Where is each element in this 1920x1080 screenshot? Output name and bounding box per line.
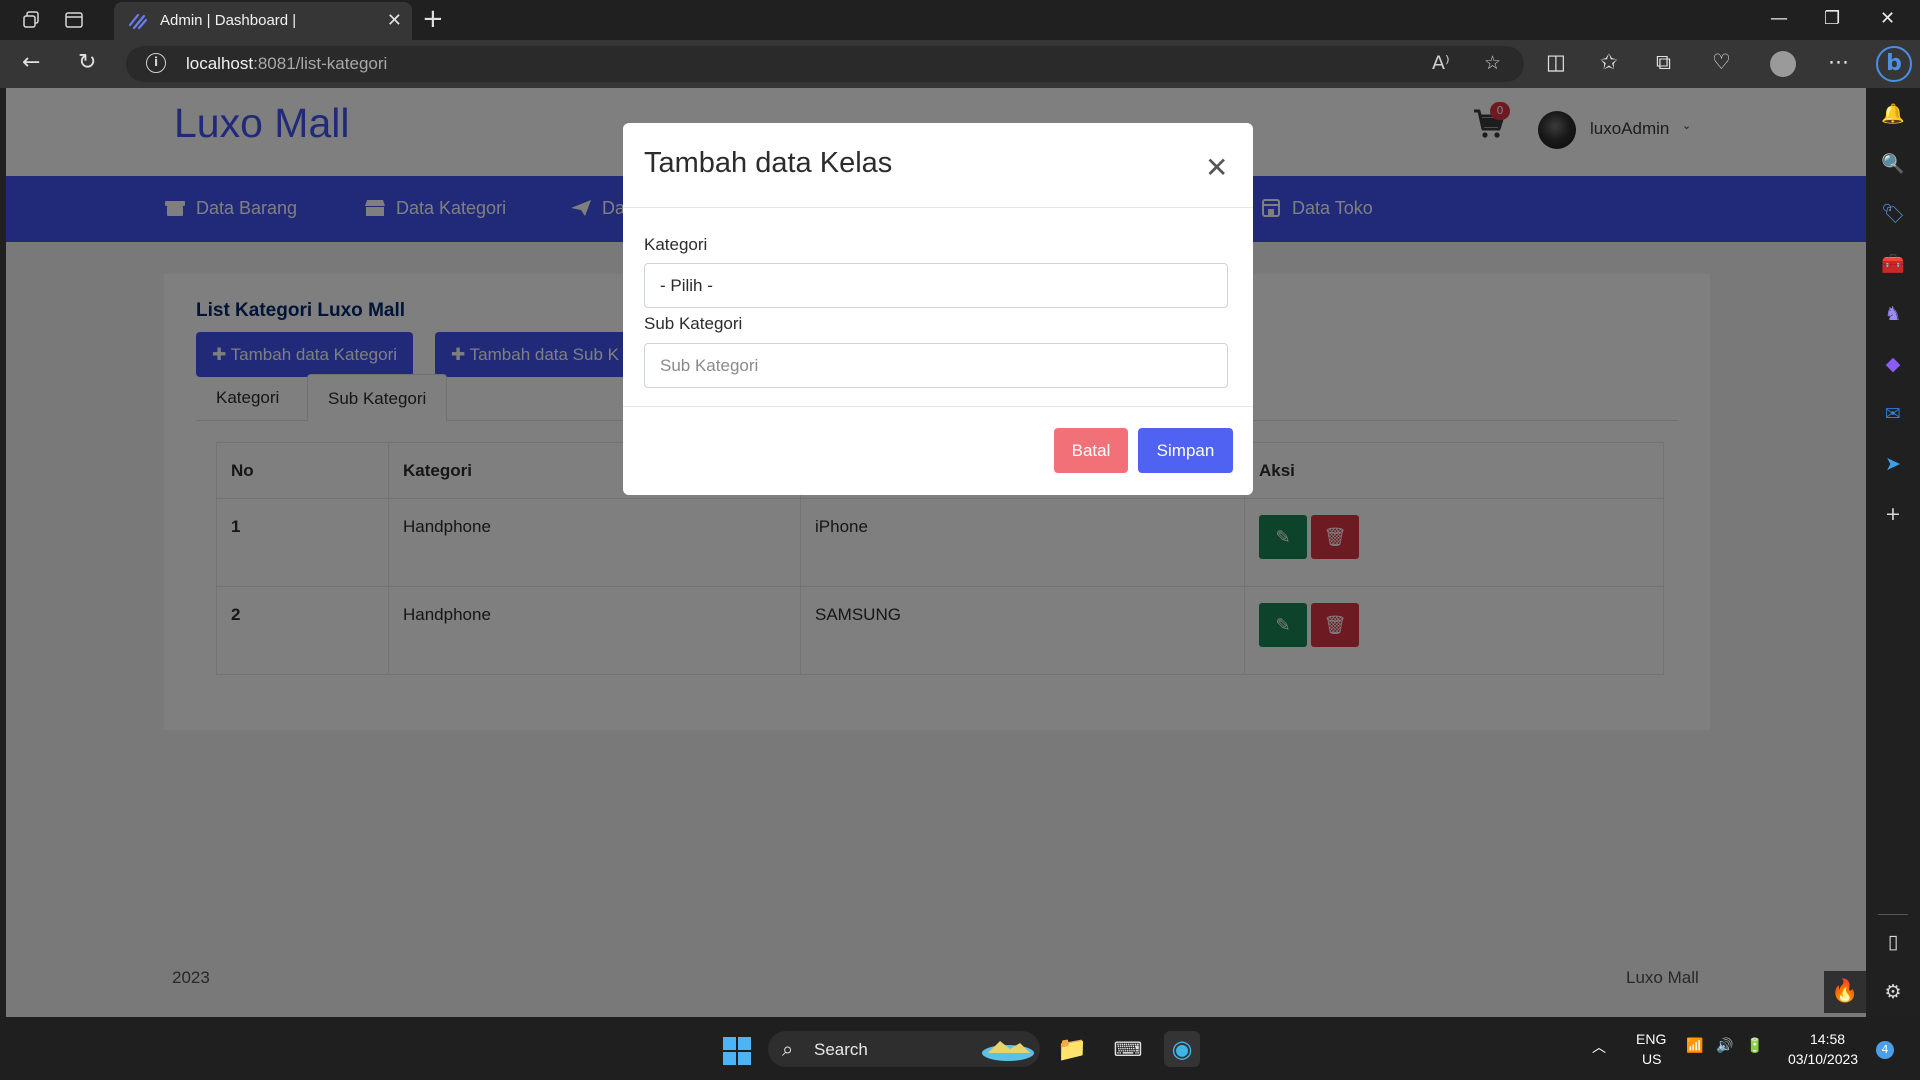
add-app-icon[interactable]: + [1881,502,1905,526]
battery-icon[interactable]: 🔋 [1746,1037,1763,1054]
browser-tab-bar: Admin | Dashboard | ✕ + — ❐ ✕ [0,0,1920,40]
new-tab-icon[interactable]: + [422,4,444,34]
performance-icon[interactable]: ♡ [1712,50,1731,74]
taskbar-search[interactable]: ⌕ Search [768,1031,1040,1067]
tab-title: Admin | Dashboard | [160,12,297,29]
site-info-icon[interactable]: i [146,53,166,73]
windows-taskbar: ⌕ Search 📁 ⌨ ◉ ︿ ENG US 📶 🔊 🔋 14:58 03/1… [0,1017,1920,1080]
kategori-label: Kategori [644,235,708,254]
outlook-icon[interactable]: ✉ [1881,402,1905,426]
sub-kategori-label: Sub Kategori [644,314,743,333]
sub-kategori-input[interactable]: Sub Kategori [644,343,1228,388]
shopping-tag-icon[interactable]: 🏷 [1881,202,1905,226]
terminal-icon[interactable]: ⌨ [1110,1031,1146,1067]
read-aloud-icon[interactable]: A⁾ [1432,52,1450,74]
active-tab[interactable]: Admin | Dashboard | ✕ [114,2,412,40]
fire-icon[interactable]: 🔥 [1824,971,1866,1013]
modal-header-divider [623,207,1253,208]
modal-footer-divider [623,406,1253,407]
favorite-star-icon[interactable]: ☆ [1484,52,1501,74]
back-icon[interactable]: ← [22,50,40,75]
search-highlight-icon [982,1041,1034,1061]
kategori-select[interactable]: - Pilih - [644,263,1228,308]
edge-sidebar: 🔔 🔍 🏷 🧰 ♞ ◆ ✉ ➤ + ▯ ⚙ [1866,88,1920,1017]
workspaces-icon[interactable] [18,6,46,34]
copilot-icon[interactable]: ◆ [1881,352,1905,376]
profile-icon[interactable] [1770,51,1796,77]
refresh-icon[interactable]: ↻ [78,50,96,75]
url-text[interactable]: localhost:8081/list-kategori [186,54,387,74]
clock-date[interactable]: 03/10/2023 [1788,1051,1858,1067]
taskbar-search-label: Search [814,1040,868,1059]
lang-top[interactable]: ENG [1636,1031,1666,1047]
more-menu-icon[interactable]: ⋯ [1828,50,1849,74]
tab-favicon-icon [128,13,148,30]
file-explorer-icon[interactable]: 📁 [1054,1031,1090,1067]
notification-count-badge[interactable]: 4 [1876,1041,1894,1059]
search-icon[interactable]: 🔍 [1881,152,1905,176]
tab-close-icon[interactable]: ✕ [387,10,402,31]
restore-icon[interactable]: ❐ [1824,8,1840,29]
tab-actions-icon[interactable] [60,6,88,34]
send-icon[interactable]: ➤ [1881,452,1905,476]
lang-bottom[interactable]: US [1642,1051,1661,1067]
close-icon[interactable]: ✕ [1205,151,1228,184]
tools-icon[interactable]: 🧰 [1881,252,1905,276]
close-window-icon[interactable]: ✕ [1880,8,1895,29]
save-button[interactable]: Simpan [1138,428,1233,473]
sidebar-divider [1878,914,1908,915]
collections-icon[interactable]: ⧉ [1656,50,1671,75]
volume-icon[interactable]: 🔊 [1716,1037,1733,1054]
games-icon[interactable]: ♞ [1881,302,1905,326]
favorites-icon[interactable]: ✩ [1600,50,1618,74]
clock-time[interactable]: 14:58 [1810,1031,1845,1047]
add-modal: Tambah data Kelas ✕ Kategori - Pilih - S… [623,123,1253,495]
tray-expand-icon[interactable]: ︿ [1592,1037,1606,1057]
hide-sidebar-icon[interactable]: ▯ [1881,930,1905,954]
modal-title: Tambah data Kelas [644,147,893,179]
notification-bell-icon[interactable]: 🔔 [1881,102,1905,126]
edge-browser-icon[interactable]: ◉ [1164,1031,1200,1067]
windows-start-icon[interactable] [723,1037,751,1065]
address-bar[interactable]: i localhost:8081/list-kategori A⁾ ☆ [126,46,1524,82]
wifi-icon[interactable]: 📶 [1686,1037,1703,1054]
search-icon: ⌕ [782,1037,794,1061]
page-viewport: Luxo Mall 0 luxoAdmin ⌄ Data Barang Data… [6,88,1866,1017]
split-screen-icon[interactable]: ◫ [1546,50,1566,74]
bing-copilot-icon[interactable]: b [1876,46,1912,82]
cancel-button[interactable]: Batal [1054,428,1128,473]
sidebar-settings-icon[interactable]: ⚙ [1881,980,1905,1004]
minimize-icon[interactable]: — [1770,8,1788,29]
browser-toolbar: ← ↻ i localhost:8081/list-kategori A⁾ ☆ … [0,40,1920,88]
